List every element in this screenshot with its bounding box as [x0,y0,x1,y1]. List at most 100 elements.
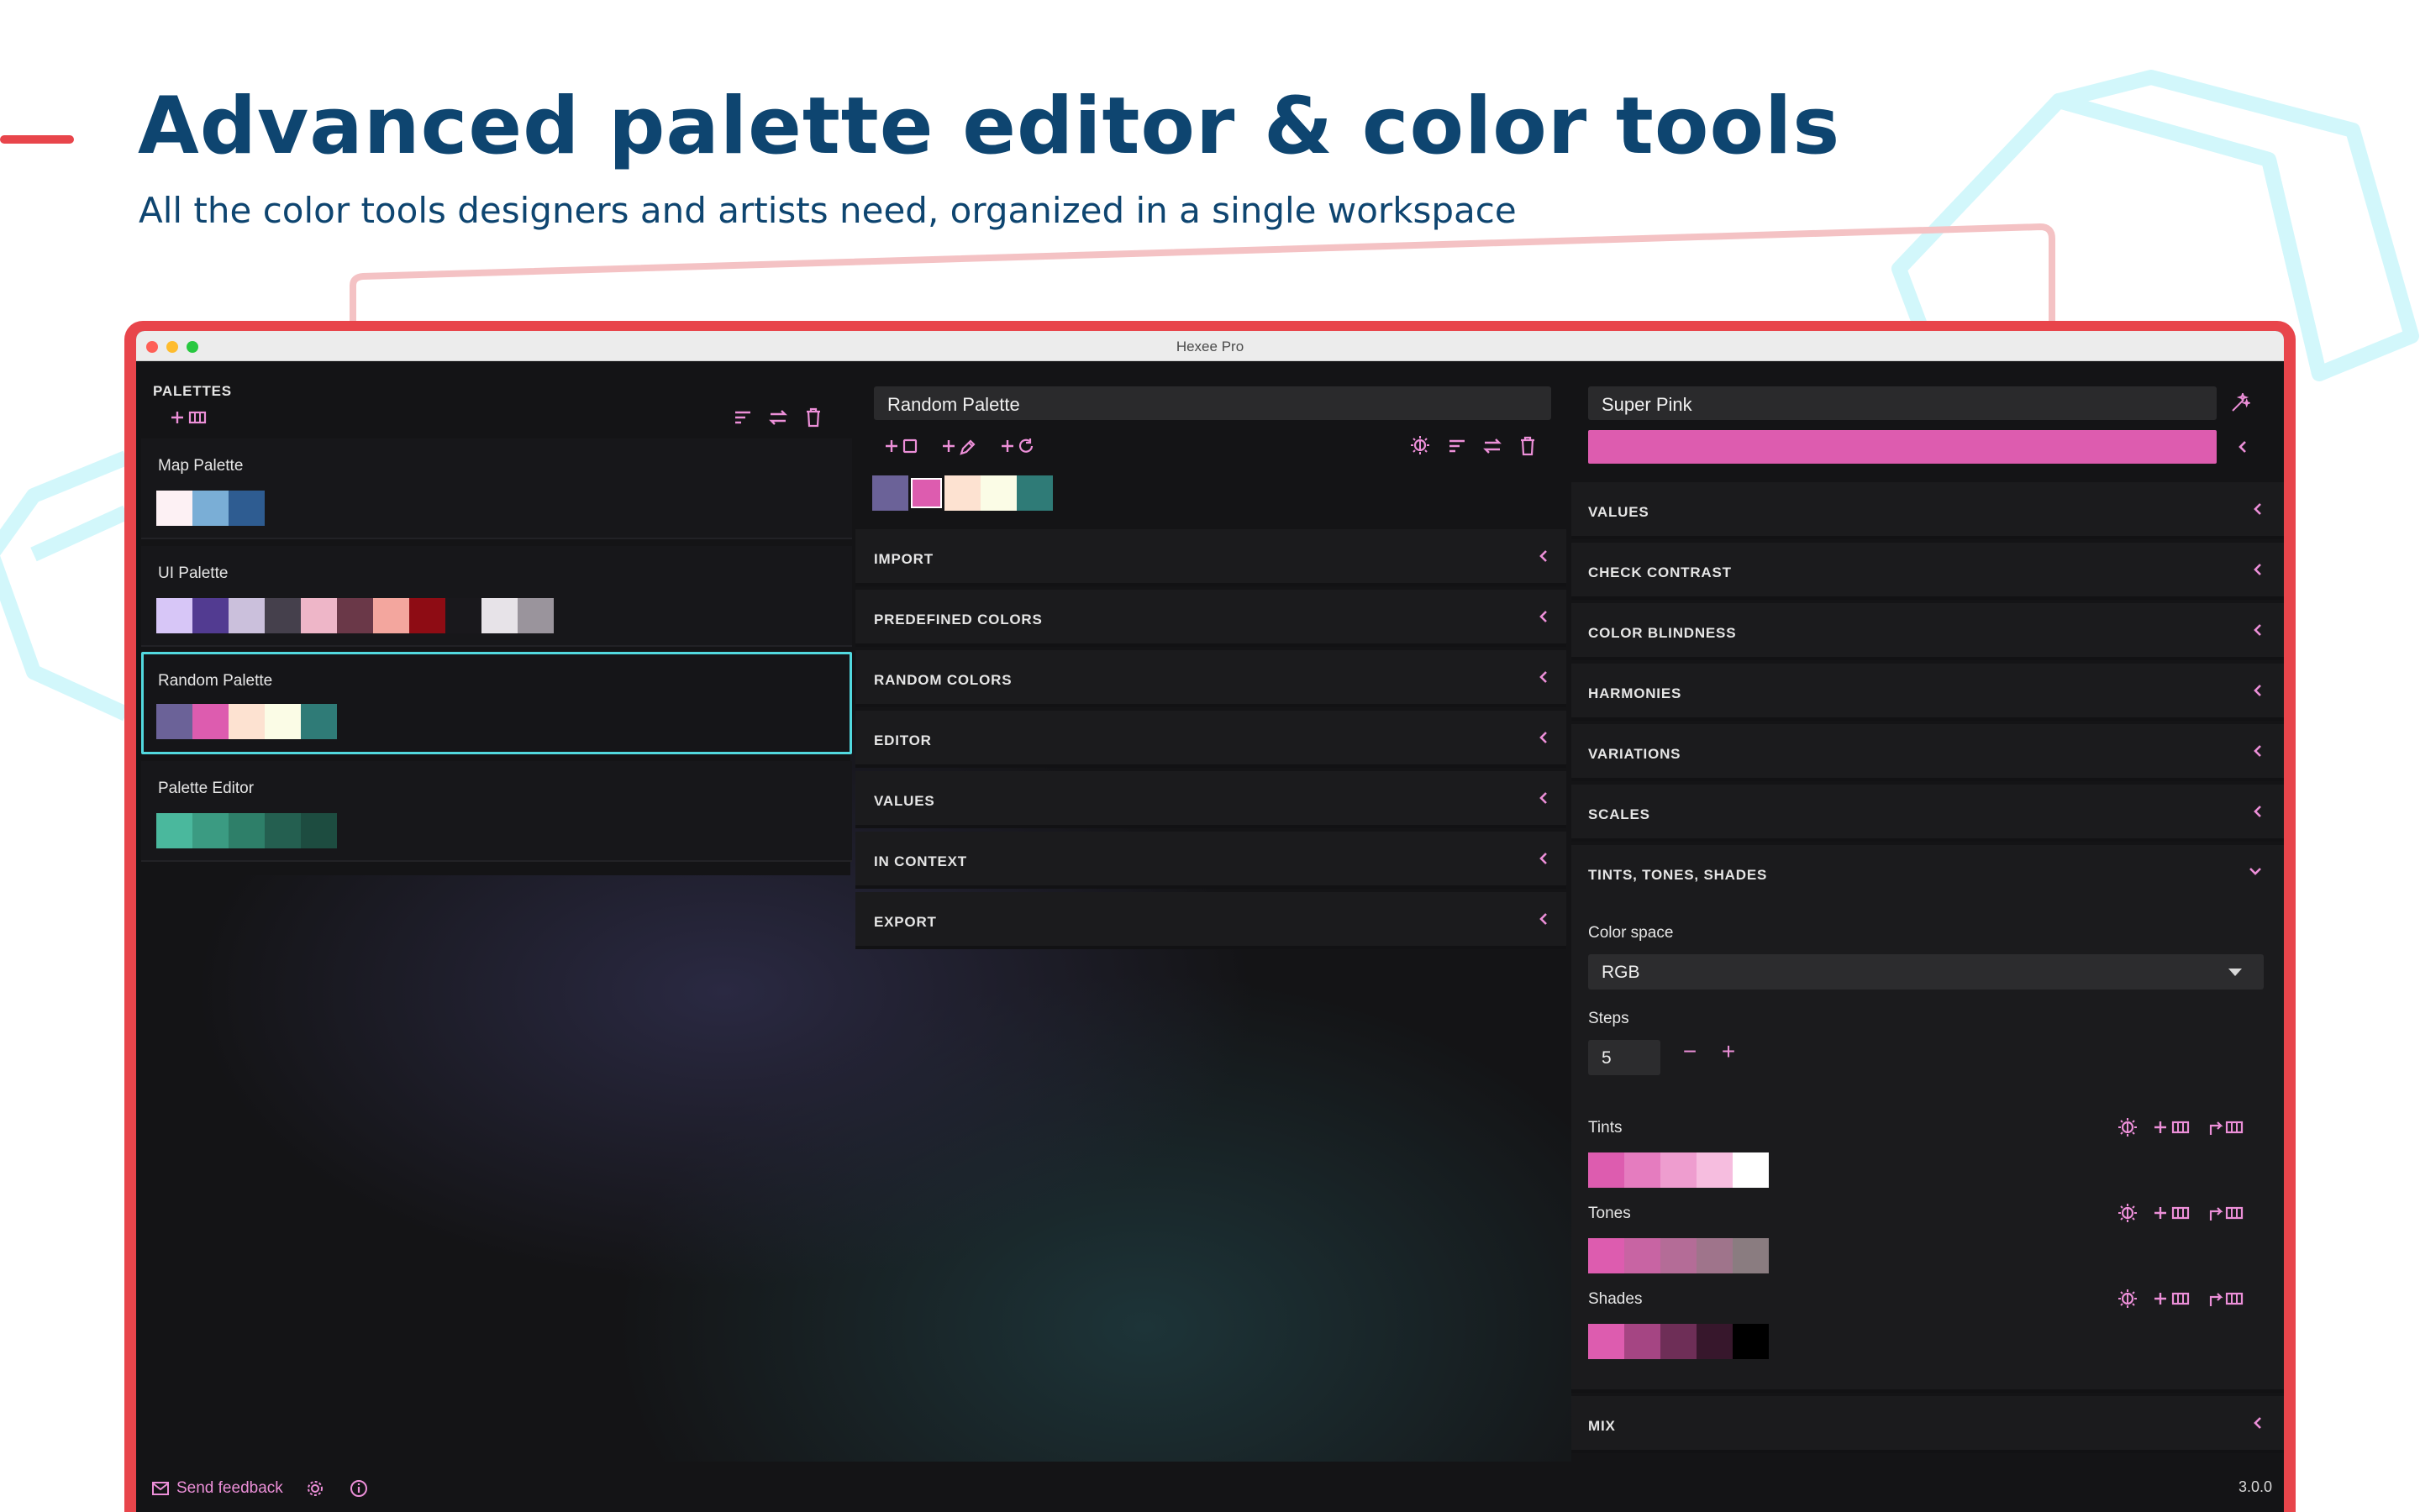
palette-card-random[interactable]: Random Palette [141,652,852,754]
palette-card-editor[interactable]: Palette Editor [141,761,852,862]
section-editor[interactable]: EDITOR [855,711,1566,768]
section-check-contrast[interactable]: CHECK CONTRAST [1571,543,2284,600]
export-palette-icon[interactable] [2208,1118,2245,1137]
sort-icon[interactable] [733,408,753,427]
send-feedback-link[interactable]: Send feedback [176,1479,283,1498]
section-in-context[interactable]: IN CONTEXT [855,832,1566,889]
section-mix[interactable]: MIX [1571,1396,2284,1453]
color-swatch[interactable] [156,598,192,633]
section-export[interactable]: EXPORT [855,892,1566,949]
add-palette-icon[interactable] [2153,1118,2191,1137]
color-swatch[interactable] [265,598,301,633]
section-predefined-colors[interactable]: PREDEFINED COLORS [855,590,1566,647]
add-palette-icon[interactable] [170,408,208,427]
editor-swatches[interactable] [872,475,1053,511]
palette-card-ui[interactable]: UI Palette [141,546,852,647]
color-swatch[interactable] [872,475,908,511]
color-swatch[interactable] [301,598,337,633]
sort-icon[interactable] [1447,437,1467,455]
tones-swatches[interactable] [1588,1238,1769,1273]
mail-icon[interactable] [151,1481,170,1496]
color-swatch[interactable] [1733,1152,1769,1188]
color-swatch[interactable] [1697,1324,1733,1359]
steps-decrement-button[interactable]: − [1677,1038,1702,1065]
color-swatch[interactable] [1733,1324,1769,1359]
steps-increment-button[interactable]: + [1716,1038,1741,1065]
color-name-field[interactable]: Super Pink [1588,386,2217,420]
chevron-left-icon[interactable] [2237,438,2249,455]
color-swatch[interactable] [1660,1152,1697,1188]
color-swatch[interactable] [1624,1324,1660,1359]
color-swatch[interactable] [229,491,265,526]
add-palette-icon[interactable] [2153,1204,2191,1222]
color-swatch[interactable] [229,704,265,739]
color-swatch[interactable] [337,598,373,633]
swap-icon[interactable] [768,407,788,428]
color-swatch[interactable] [1624,1238,1660,1273]
color-space-select[interactable]: RGB [1588,954,2264,990]
palette-name-field[interactable]: Random Palette [874,386,1551,420]
color-swatch[interactable] [1697,1152,1733,1188]
color-swatch[interactable] [1660,1238,1697,1273]
section-values[interactable]: VALUES [855,771,1566,828]
contrast-icon[interactable] [2118,1203,2138,1223]
color-swatch[interactable] [981,475,1017,511]
trash-icon[interactable] [805,407,822,428]
color-swatch[interactable] [518,598,554,633]
shades-swatches[interactable] [1588,1324,1769,1359]
color-swatch[interactable] [1588,1324,1624,1359]
color-swatch[interactable] [156,491,192,526]
section-random-colors[interactable]: RANDOM COLORS [855,650,1566,707]
color-swatch[interactable] [301,704,337,739]
color-swatch[interactable] [445,598,481,633]
color-swatch[interactable] [301,813,337,848]
color-swatch[interactable] [156,704,192,739]
swap-icon[interactable] [1482,436,1502,456]
palette-card-map[interactable]: Map Palette [141,438,852,539]
color-swatch[interactable] [1017,475,1053,511]
color-swatch[interactable] [409,598,445,633]
add-color-icon[interactable] [884,437,921,455]
color-swatch[interactable] [1588,1152,1624,1188]
section-variations[interactable]: VARIATIONS [1571,724,2284,781]
tints-swatches[interactable] [1588,1152,1769,1188]
current-color-bar[interactable] [1588,430,2217,464]
add-picker-icon[interactable] [941,437,980,455]
settings-icon[interactable] [305,1478,325,1499]
contrast-icon[interactable] [2118,1117,2138,1137]
export-palette-icon[interactable] [2208,1204,2245,1222]
color-swatch[interactable] [192,491,229,526]
color-swatch[interactable] [192,813,229,848]
info-icon[interactable] [349,1478,369,1499]
color-swatch[interactable] [156,813,192,848]
section-color-blindness[interactable]: COLOR BLINDNESS [1571,603,2284,660]
steps-input[interactable]: 5 [1588,1040,1660,1075]
color-swatch[interactable] [192,704,229,739]
color-swatch[interactable] [1697,1238,1733,1273]
color-swatch[interactable] [265,704,301,739]
section-import[interactable]: IMPORT [855,529,1566,586]
contrast-icon[interactable] [1410,435,1430,455]
chevron-down-icon[interactable] [2247,865,2264,877]
color-swatch[interactable] [229,813,265,848]
color-swatch[interactable] [265,813,301,848]
color-swatch[interactable] [481,598,518,633]
add-random-icon[interactable] [1000,437,1037,455]
section-harmonies[interactable]: HARMONIES [1571,664,2284,721]
color-swatch[interactable] [1733,1238,1769,1273]
color-swatch[interactable] [373,598,409,633]
selected-color-swatch[interactable] [908,475,944,511]
color-swatch[interactable] [1624,1152,1660,1188]
section-scales[interactable]: SCALES [1571,785,2284,842]
trash-icon[interactable] [1519,436,1536,456]
add-palette-icon[interactable] [2153,1289,2191,1308]
color-swatch[interactable] [1588,1238,1624,1273]
color-swatch[interactable] [1660,1324,1697,1359]
export-palette-icon[interactable] [2208,1289,2245,1308]
color-swatch[interactable] [944,475,981,511]
contrast-icon[interactable] [2118,1289,2138,1309]
magic-wand-icon[interactable] [2230,393,2250,413]
section-values[interactable]: VALUES [1571,482,2284,539]
color-swatch[interactable] [192,598,229,633]
color-swatch[interactable] [229,598,265,633]
